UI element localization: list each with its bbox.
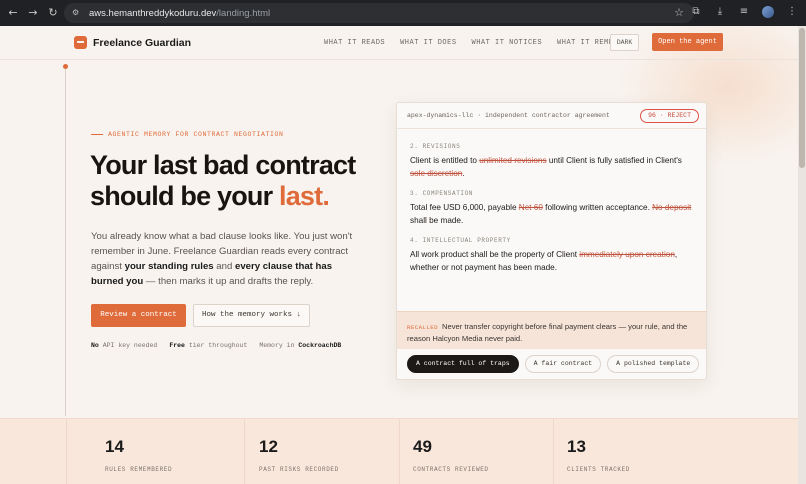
open-agent-button[interactable]: Open the agent (652, 33, 723, 51)
recalled-text: Never transfer copyright before final pa… (407, 322, 688, 343)
risk-score-badge: 96 · REJECT (640, 109, 699, 123)
flagged-phrase: No deposit (652, 203, 692, 212)
nav-link-what-it-does[interactable]: WHAT IT DOES (400, 39, 456, 47)
site-info-icon[interactable]: ⚙ (72, 8, 82, 18)
clause-list: 2. REVISIONS Client is entitled to unlimi… (410, 143, 695, 284)
flagged-phrase: unlimited revisions (479, 156, 547, 165)
profile-avatar[interactable] (762, 6, 774, 18)
stat-label: CONTRACTS REVIEWED (413, 466, 489, 473)
tab-polished-template[interactable]: A polished template (607, 355, 700, 373)
clause-fragment: All work product shall be the property o… (410, 250, 580, 259)
meta-api-text: API key needed (98, 342, 158, 349)
nav-link-what-it-notices[interactable]: WHAT IT NOTICES (472, 39, 543, 47)
contract-title: apex-dynamics-llc · independent contract… (407, 112, 610, 119)
stat-value: 12 (259, 437, 278, 456)
forward-arrow-icon[interactable]: → (26, 6, 40, 20)
meta-api-bold: No (91, 342, 99, 349)
scrollbar-thumb[interactable] (799, 28, 805, 168)
stats-band: 14 RULES REMEMBERED 12 PAST RISKS RECORD… (0, 418, 798, 484)
url-path: /landing.html (216, 7, 271, 19)
stat-contracts: 49 CONTRACTS REVIEWED (399, 419, 553, 484)
back-arrow-icon[interactable]: ← (6, 6, 20, 20)
nav-links: WHAT IT READS WHAT IT DOES WHAT IT NOTIC… (324, 39, 637, 47)
brand[interactable]: Freelance Guardian (74, 36, 191, 49)
dark-mode-toggle[interactable]: DARK (610, 34, 639, 51)
reload-icon[interactable]: ↻ (46, 6, 60, 20)
flagged-phrase: Net 60 (518, 203, 543, 212)
landing-page: Freelance Guardian WHAT IT READS WHAT IT… (0, 26, 798, 484)
media-icon[interactable]: ≡ (738, 6, 750, 18)
lede-bold-rules: your standing rules (124, 261, 214, 272)
recalled-tag: RECALLED (407, 324, 439, 331)
meta-memory-text: Memory in (259, 342, 299, 349)
top-navigation: Freelance Guardian WHAT IT READS WHAT IT… (0, 26, 798, 60)
contract-preview-card: apex-dynamics-llc · independent contract… (396, 102, 707, 380)
tab-contract-full-of-traps[interactable]: A contract full of traps (407, 355, 519, 373)
flagged-phrase: sole discretion (410, 169, 463, 178)
lede-part-3: — then marks it up and drafts the reply. (143, 276, 314, 287)
nav-link-what-it-reads[interactable]: WHAT IT READS (324, 39, 385, 47)
clause-text: All work product shall be the property o… (410, 248, 695, 274)
recalled-memory: RECALLED Never transfer copyright before … (397, 311, 706, 349)
meta-item-tier: Free tier throughout (169, 342, 247, 349)
tab-fair-contract[interactable]: A fair contract (524, 355, 602, 373)
clause-fragment: Client is entitled to (410, 156, 480, 165)
clause-fragment: shall be made. (410, 216, 464, 225)
stat-value: 13 (567, 437, 586, 456)
stat-value: 14 (105, 437, 124, 456)
timeline-dot (63, 64, 68, 69)
clause-text: Client is entitled to unlimited revision… (410, 154, 695, 180)
browser-toolbar: ← → ↻ ⚙ aws.hemanthreddykoduru.dev/landi… (0, 0, 806, 26)
stat-risks: 12 PAST RISKS RECORDED (244, 419, 399, 484)
clause-fragment: . (462, 169, 465, 178)
clause-fragment: until Client is fully satisfied in Clien… (546, 156, 682, 165)
meta-item-memory: Memory in CockroachDB (259, 342, 341, 349)
stat-label: RULES REMEMBERED (105, 466, 173, 473)
clause-text: Total fee USD 6,000, payable Net 60 foll… (410, 201, 695, 227)
stat-label: PAST RISKS RECORDED (259, 466, 339, 473)
contract-clause: 2. REVISIONS Client is entitled to unlimi… (410, 143, 695, 180)
eyebrow-text: AGENTIC MEMORY FOR CONTRACT NEGOTIATION (108, 131, 284, 138)
extensions-icon[interactable]: ⧉ (690, 6, 702, 18)
review-contract-button[interactable]: Review a contract (91, 304, 186, 327)
url-text: aws.hemanthreddykoduru.dev/landing.html (89, 8, 270, 19)
meta-item-api: No API key needed (91, 342, 157, 349)
flagged-phrase: immediately upon creation (579, 250, 675, 259)
clause-fragment: following written acceptance. (542, 203, 653, 212)
menu-icon[interactable]: ⋮ (786, 6, 798, 18)
browser-actions: ⧉ ⤓ ≡ ⋮ (690, 6, 798, 18)
stat-rules: 14 RULES REMEMBERED (66, 419, 244, 484)
timeline-line (65, 66, 66, 416)
headline-accent: last. (279, 181, 330, 211)
eyebrow-rule (91, 134, 103, 135)
sample-contract-tabs: A contract full of traps A fair contract… (407, 355, 700, 373)
address-bar[interactable]: ⚙ aws.hemanthreddykoduru.dev/landing.htm… (64, 3, 694, 23)
meta-tier-text: tier throughout (184, 342, 248, 349)
url-host: aws.hemanthreddykoduru.dev (89, 7, 217, 19)
clause-label: 3. COMPENSATION (410, 190, 474, 197)
clause-label: 4. INTELLECTUAL PROPERTY (410, 237, 511, 244)
hero-headline: Your last bad contract should be your la… (90, 150, 390, 212)
stat-value: 49 (413, 437, 432, 456)
download-icon[interactable]: ⤓ (714, 6, 726, 18)
how-memory-works-button[interactable]: How the memory works ↓ (193, 304, 310, 327)
meta-memory-bold: CockroachDB (298, 342, 342, 349)
hero-eyebrow: AGENTIC MEMORY FOR CONTRACT NEGOTIATION (91, 131, 284, 138)
hero-description: You already know what a bad clause looks… (91, 229, 361, 289)
stat-clients: 13 CLIENTS TRACKED (553, 419, 753, 484)
card-header: apex-dynamics-llc · independent contract… (397, 103, 706, 129)
clause-fragment: Total fee USD 6,000, payable (410, 203, 519, 212)
brand-name: Freelance Guardian (93, 36, 192, 49)
brand-logo-icon (74, 36, 87, 49)
hero-meta: No API key needed Free tier throughout M… (91, 342, 341, 349)
meta-tier-bold: Free (169, 342, 185, 349)
bookmark-star-icon[interactable]: ☆ (674, 6, 684, 19)
clause-label: 2. REVISIONS (410, 143, 461, 150)
stat-label: CLIENTS TRACKED (567, 466, 631, 473)
contract-clause: 3. COMPENSATION Total fee USD 6,000, paya… (410, 190, 695, 227)
lede-part-2: and (213, 261, 235, 272)
contract-clause: 4. INTELLECTUAL PROPERTY All work product… (410, 237, 695, 274)
page-scrollbar[interactable] (798, 26, 806, 484)
